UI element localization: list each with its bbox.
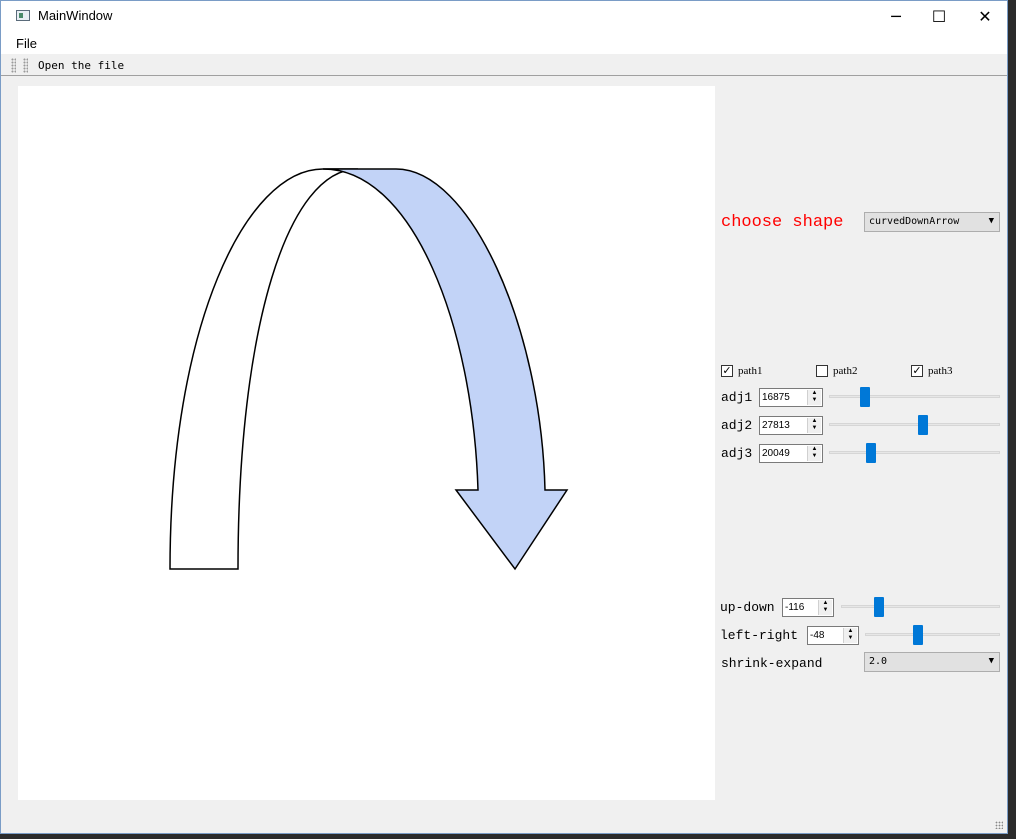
window-title: MainWindow	[38, 8, 113, 23]
spin-arrows-icon[interactable]: ▲ ▼	[807, 418, 821, 433]
left-right-slider-track[interactable]	[865, 633, 1000, 636]
toolbar-grip-icon[interactable]	[11, 58, 16, 73]
shrink-expand-label: shrink-expand	[721, 656, 823, 671]
checkmark-icon: ✓	[912, 364, 922, 377]
adj1-value: 16875	[762, 392, 790, 403]
main-window: MainWindow ─ ☐ ✕ File Open the file choo…	[0, 0, 1008, 834]
app-icon	[16, 10, 30, 21]
spin-arrows-icon[interactable]: ▲ ▼	[807, 446, 821, 461]
path2-checkbox[interactable]	[816, 365, 828, 377]
adj2-spinbox[interactable]: 27813 ▲ ▼	[759, 416, 823, 435]
adj3-label: adj3	[721, 446, 753, 461]
left-right-label: left-right	[720, 628, 799, 643]
close-button[interactable]: ✕	[962, 1, 1008, 32]
spin-arrows-icon[interactable]: ▲ ▼	[818, 600, 832, 615]
arrow-back-band	[169, 168, 359, 570]
adj1-slider-handle[interactable]	[859, 387, 870, 407]
adj3-value: 20049	[762, 448, 790, 459]
scale-select[interactable]: 2.0 ▼	[864, 652, 1000, 672]
up-down-slider-handle[interactable]	[873, 597, 884, 617]
left-right-spinbox[interactable]: -48 ▲ ▼	[807, 626, 859, 645]
path1-checkbox[interactable]: ✓	[721, 365, 733, 377]
path1-label: path1	[738, 365, 763, 377]
toolbar-separator-icon	[23, 58, 28, 73]
adj2-slider-track[interactable]	[829, 423, 1000, 426]
adj1-label: adj1	[721, 390, 753, 405]
path3-checkbox[interactable]: ✓	[911, 365, 923, 377]
chevron-down-icon: ▼	[988, 656, 994, 666]
adj3-slider-track[interactable]	[829, 451, 1000, 454]
shape-drawing	[169, 168, 569, 571]
adj3-spinbox[interactable]: 20049 ▲ ▼	[759, 444, 823, 463]
up-down-label: up-down	[720, 600, 775, 615]
toolbar: Open the file	[1, 55, 1007, 76]
spin-arrows-icon[interactable]: ▲ ▼	[807, 390, 821, 405]
choose-shape-label: choose shape	[721, 213, 844, 232]
adj2-slider-handle[interactable]	[917, 415, 928, 435]
checkmark-icon: ✓	[722, 364, 732, 377]
open-file-button[interactable]: Open the file	[38, 59, 124, 72]
adj2-value: 27813	[762, 420, 790, 431]
left-right-value: -48	[810, 630, 825, 641]
shape-select[interactable]: curvedDownArrow ▼	[864, 212, 1000, 232]
adj2-label: adj2	[721, 418, 753, 433]
title-bar: MainWindow ─ ☐ ✕	[1, 1, 1007, 32]
minimize-button[interactable]: ─	[873, 1, 919, 32]
up-down-value: -116	[785, 602, 805, 613]
arrow-front-band	[322, 168, 569, 571]
spin-arrows-icon[interactable]: ▲ ▼	[843, 628, 857, 643]
path3-label: path3	[928, 365, 953, 377]
shape-select-value: curvedDownArrow	[869, 216, 960, 227]
menu-bar: File	[1, 32, 1007, 54]
left-right-slider-handle[interactable]	[912, 625, 923, 645]
adj3-slider-handle[interactable]	[866, 443, 877, 463]
adj1-slider-track[interactable]	[829, 395, 1000, 398]
scale-select-value: 2.0	[869, 656, 888, 667]
maximize-button[interactable]: ☐	[916, 1, 962, 32]
up-down-slider-track[interactable]	[841, 605, 1000, 608]
adj1-spinbox[interactable]: 16875 ▲ ▼	[759, 388, 823, 407]
path2-label: path2	[833, 365, 858, 377]
up-down-spinbox[interactable]: -116 ▲ ▼	[782, 598, 834, 617]
chevron-down-icon: ▼	[988, 216, 994, 226]
menu-file[interactable]: File	[16, 36, 37, 51]
resize-grip-icon[interactable]	[995, 821, 1003, 829]
drawing-canvas	[18, 86, 715, 800]
